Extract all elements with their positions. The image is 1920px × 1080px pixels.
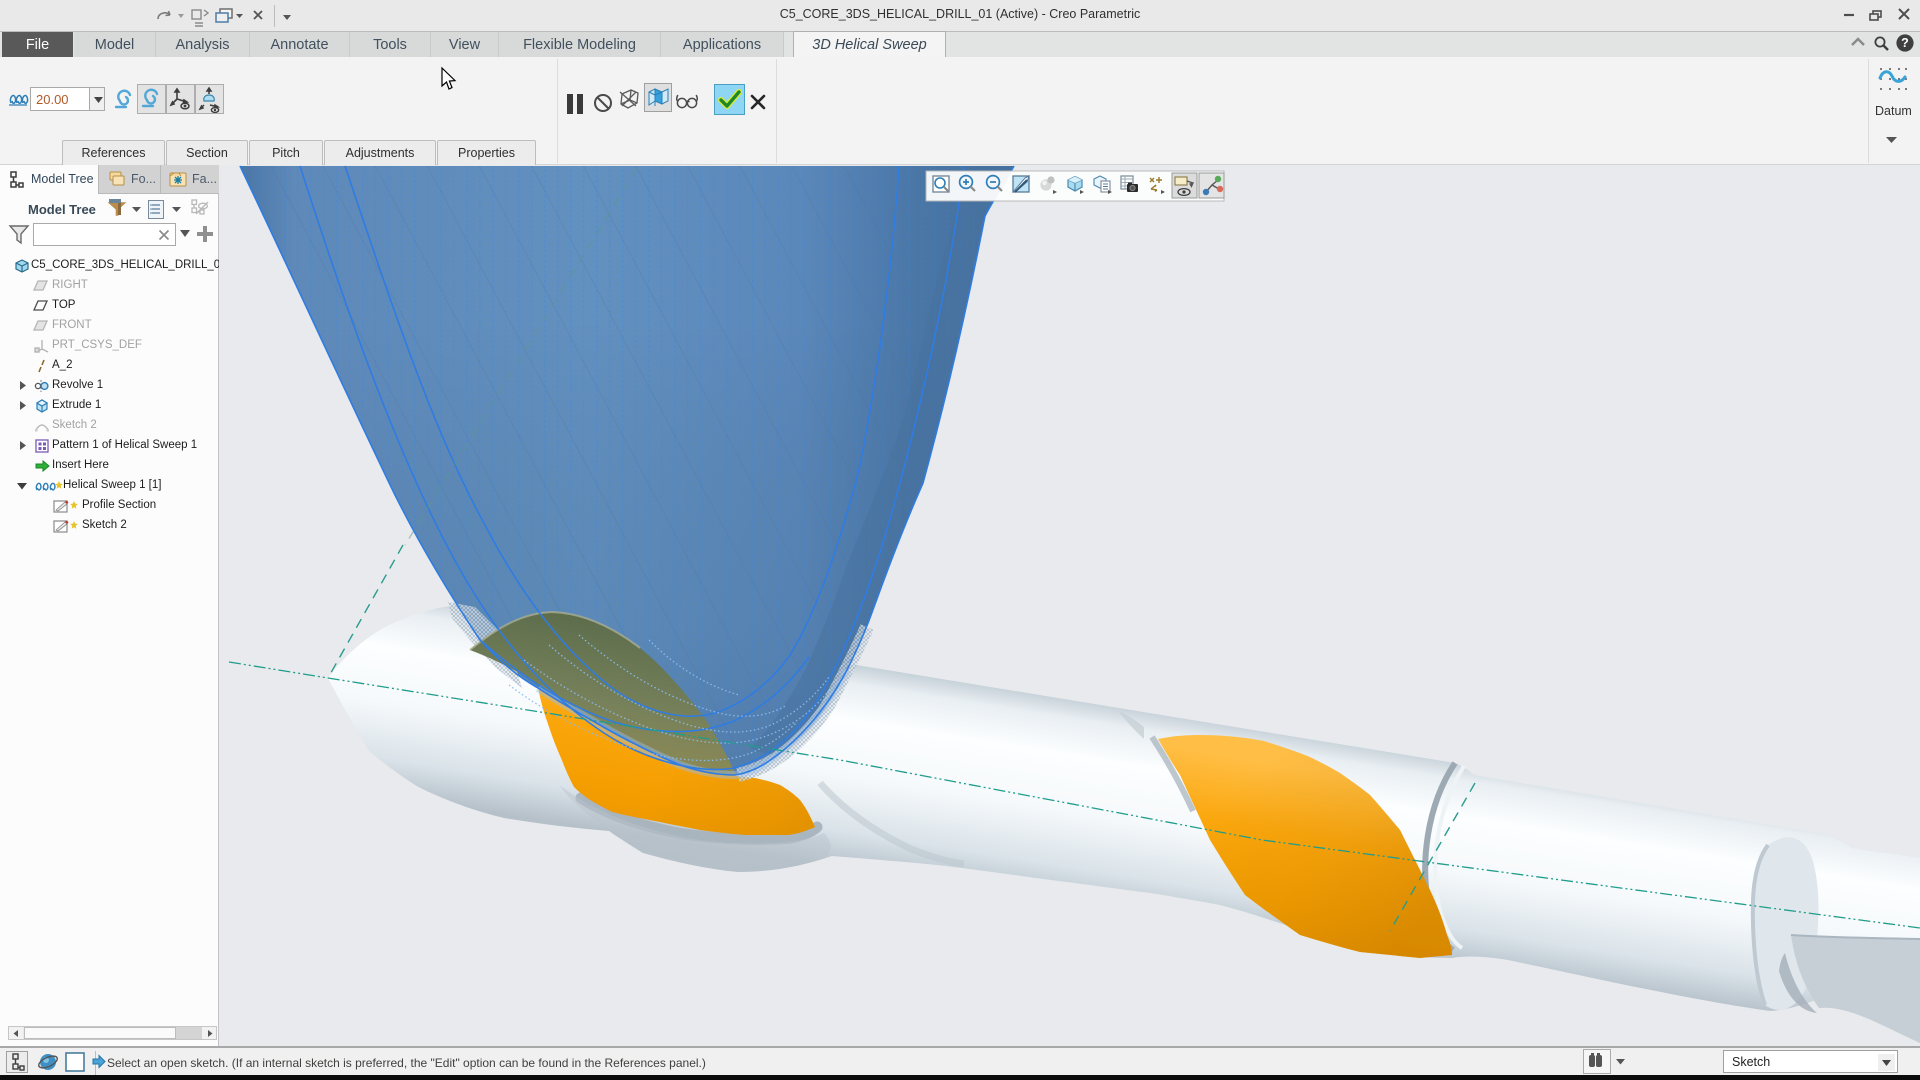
svg-text:?: ? [1901,36,1909,50]
